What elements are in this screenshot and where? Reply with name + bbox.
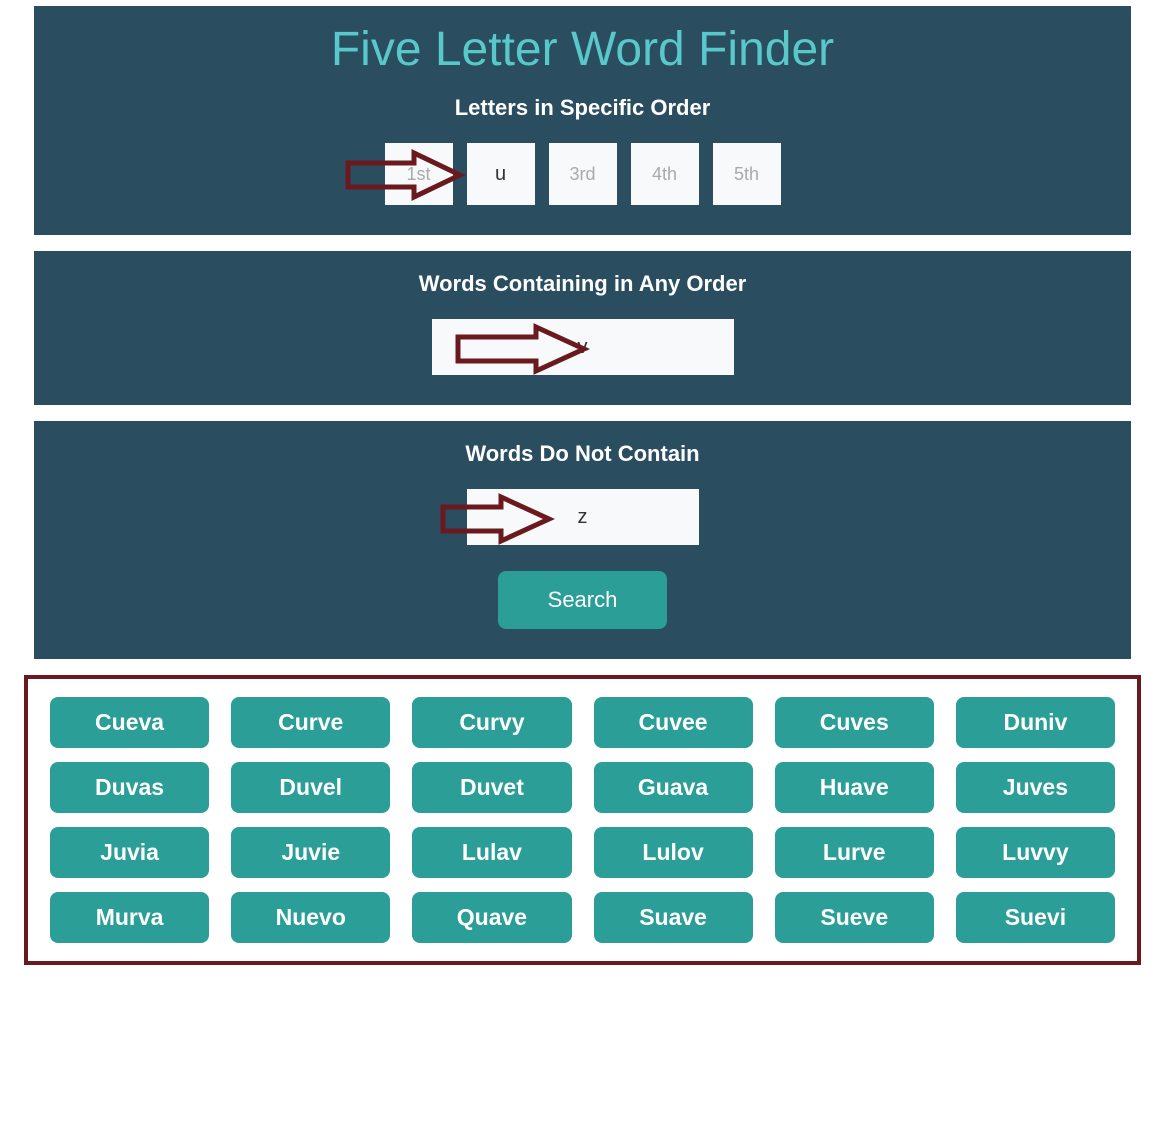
result-item[interactable]: Huave — [775, 762, 934, 813]
result-item[interactable]: Cueva — [50, 697, 209, 748]
heading-any-order: Words Containing in Any Order — [34, 271, 1131, 297]
result-item[interactable]: Suave — [594, 892, 753, 943]
letter-inputs-row — [34, 143, 1131, 205]
result-item[interactable]: Lurve — [775, 827, 934, 878]
result-item[interactable]: Duniv — [956, 697, 1115, 748]
result-item[interactable]: Juvie — [231, 827, 390, 878]
result-item[interactable]: Curvy — [412, 697, 571, 748]
any-order-input-wrap — [34, 319, 1131, 375]
results-box: Cueva Curve Curvy Cuvee Cuves Duniv Duvas Duvel… — [24, 675, 1141, 965]
panel-specific-order: Five Letter Word Finder Letters in Speci… — [34, 6, 1131, 235]
result-item[interactable]: Juves — [956, 762, 1115, 813]
not-contain-input-wrap — [34, 489, 1131, 545]
letter-input-4[interactable] — [631, 143, 699, 205]
result-item[interactable]: Quave — [412, 892, 571, 943]
page-title: Five Letter Word Finder — [34, 22, 1131, 77]
heading-not-contain: Words Do Not Contain — [34, 441, 1131, 467]
letter-input-3[interactable] — [549, 143, 617, 205]
result-item[interactable]: Luvvy — [956, 827, 1115, 878]
result-item[interactable]: Guava — [594, 762, 753, 813]
result-item[interactable]: Duvel — [231, 762, 390, 813]
letter-input-2[interactable] — [467, 143, 535, 205]
panel-not-contain: Words Do Not Contain Search — [34, 421, 1131, 659]
any-order-input[interactable] — [432, 319, 734, 375]
not-contain-input[interactable] — [467, 489, 699, 545]
results-grid: Cueva Curve Curvy Cuvee Cuves Duniv Duvas Duvel… — [50, 697, 1115, 943]
letter-input-5[interactable] — [713, 143, 781, 205]
result-item[interactable]: Suevi — [956, 892, 1115, 943]
heading-specific-order: Letters in Specific Order — [34, 95, 1131, 121]
panel-any-order: Words Containing in Any Order — [34, 251, 1131, 405]
letter-input-1[interactable] — [385, 143, 453, 205]
result-item[interactable]: Lulav — [412, 827, 571, 878]
result-item[interactable]: Curve — [231, 697, 390, 748]
result-item[interactable]: Murva — [50, 892, 209, 943]
result-item[interactable]: Lulov — [594, 827, 753, 878]
result-item[interactable]: Duvas — [50, 762, 209, 813]
result-item[interactable]: Cuvee — [594, 697, 753, 748]
result-item[interactable]: Cuves — [775, 697, 934, 748]
search-button[interactable]: Search — [498, 571, 668, 629]
result-item[interactable]: Duvet — [412, 762, 571, 813]
result-item[interactable]: Sueve — [775, 892, 934, 943]
result-item[interactable]: Nuevo — [231, 892, 390, 943]
result-item[interactable]: Juvia — [50, 827, 209, 878]
